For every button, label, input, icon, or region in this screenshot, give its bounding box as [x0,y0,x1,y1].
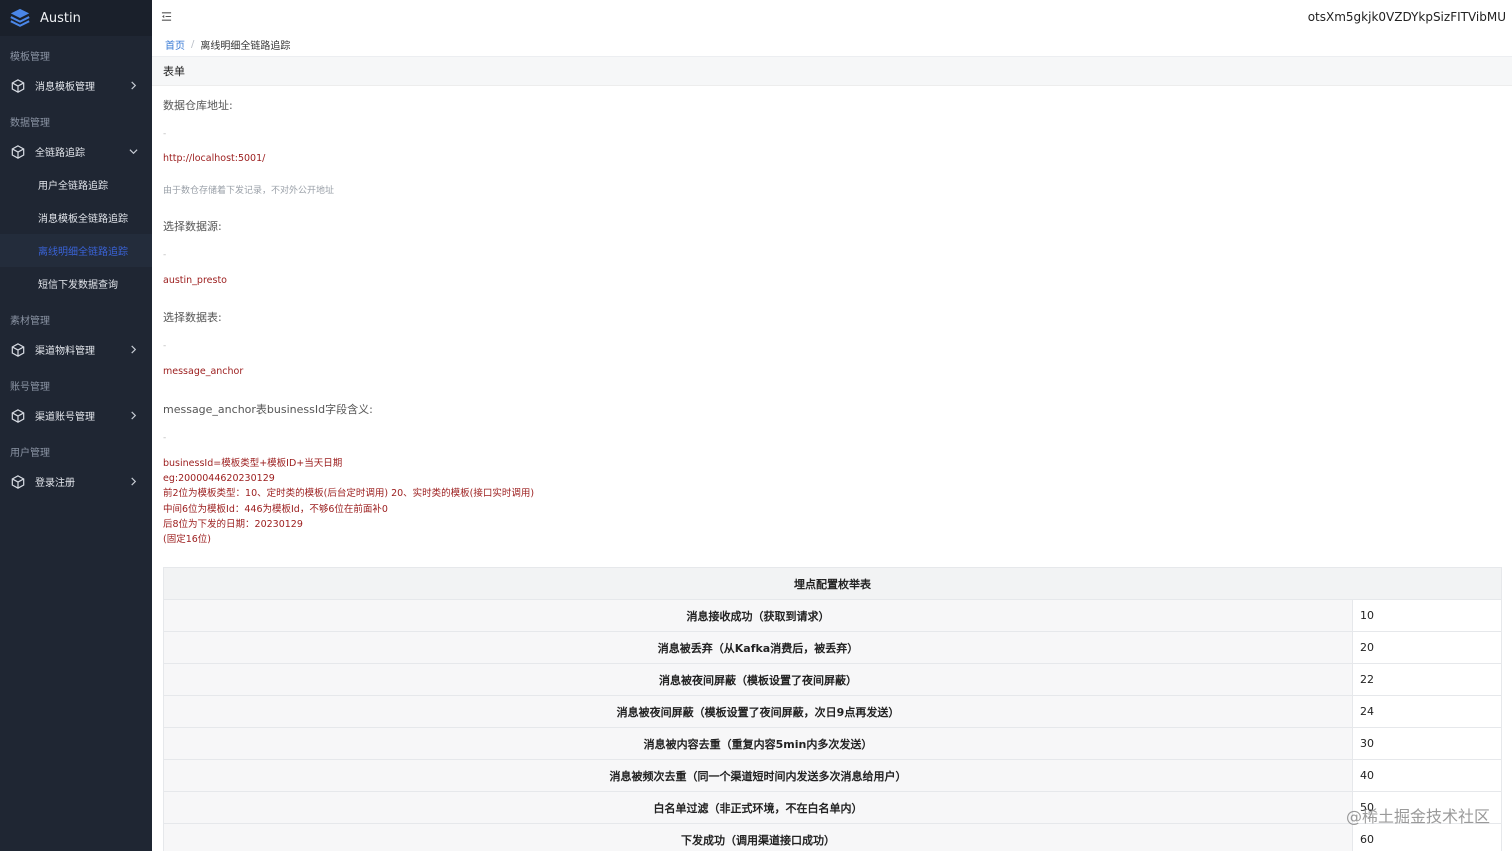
menu-item-label: 消息模板管理 [35,82,95,93]
group-title-data: 数据管理 [10,118,50,129]
menu-item-template-management[interactable]: 消息模板管理 [0,69,152,102]
enum-code-cell: 20 [1352,631,1502,664]
enum-code-cell: 60 [1352,823,1502,851]
menu-item-channel-account[interactable]: 渠道账号管理 [0,399,152,432]
warehouse-hint: 由于数仓存储着下发记录，不对外公开地址 [163,186,335,196]
app-root: Austin 模板管理 消息模板管理 数据管理 全链路追踪 用户全链路追踪 消息… [0,0,1512,851]
breadcrumb-home-link[interactable]: 首页 [165,37,185,52]
business-id-line: 前2位为模板类型：10、定时类的模板(后台定时调用) 20、实时类的模板(接口实… [163,488,535,500]
business-id-description: businessId=模板类型+模板ID+当天日期 eg:20000446202… [163,456,534,547]
table-header-row: 埋点配置枚举表 [163,567,1502,600]
enum-table-title: 埋点配置枚举表 [163,567,1502,600]
menu-item-login-register[interactable]: 登录注册 [0,465,152,498]
warehouse-label: 数据仓库地址: [163,99,233,112]
enum-desc-cell: 消息被频次去重（同一个渠道短时间内发送多次消息给用户） [163,759,1353,792]
group-title-account: 账号管理 [10,382,50,393]
enum-desc-cell: 消息接收成功（获取到请求） [163,599,1353,632]
enum-code-cell: 24 [1352,695,1502,728]
business-id-line: businessId=模板类型+模板ID+当天日期 [163,458,343,469]
sidebar: Austin 模板管理 消息模板管理 数据管理 全链路追踪 用户全链路追踪 消息… [0,0,152,851]
austin-logo-icon [10,8,30,27]
sub-item-user-trace[interactable]: 用户全链路追踪 [0,168,152,201]
breadcrumb-separator: / [191,39,195,50]
chevron-right-icon [131,344,137,354]
business-id-line: (固定16位) [163,534,212,546]
enum-code-cell: 22 [1352,663,1502,696]
cube-icon [11,408,25,423]
form-body: 数据仓库地址: - http://localhost:5001/ 由于数仓存储着… [152,57,1512,851]
datasource-dash: - [163,250,167,260]
datatable-label: 选择数据表: [163,311,222,324]
chevron-right-icon [131,476,137,486]
menu-item-channel-material[interactable]: 渠道物料管理 [0,333,152,366]
warehouse-value[interactable]: http://localhost:5001/ [163,153,265,164]
menu-item-label: 渠道物料管理 [35,346,95,357]
cube-icon [11,144,25,159]
enum-desc-cell: 白名单过滤（非正式环境，不在白名单内） [163,791,1353,824]
enum-desc-cell: 消息被内容去重（重复内容5min内多次发送） [163,727,1353,760]
table-row: 消息被夜间屏蔽（模板设置了夜间屏蔽） 22 [163,663,1502,696]
enum-code-cell: 50 [1352,791,1502,824]
breadcrumb-current: 离线明细全链路追踪 [200,41,291,52]
enum-desc-cell: 消息被丢弃（从Kafka消费后，被丢弃） [163,631,1353,664]
business-id-line: 中间6位为模板Id：446为模板Id，不够6位在前面补0 [163,503,388,515]
table-row: 消息被内容去重（重复内容5min内多次发送） 30 [163,727,1502,760]
enum-code-cell: 40 [1352,759,1502,792]
menu-item-label: 全链路追踪 [35,148,85,159]
group-title-template: 模板管理 [10,52,50,63]
warehouse-dash: - [163,129,167,139]
table-row: 消息被夜间屏蔽（模板设置了夜间屏蔽，次日9点再发送） 24 [163,695,1502,728]
enum-desc-cell: 消息被夜间屏蔽（模板设置了夜间屏蔽，次日9点再发送） [163,695,1353,728]
enum-desc-cell: 下发成功（调用渠道接口成功） [163,823,1353,851]
sub-item-template-trace[interactable]: 消息模板全链路追踪 [0,201,152,234]
user-id[interactable]: otsXm5gkjk0VZDYkpSizFITVibMU [1308,10,1506,24]
menu-item-full-link-trace[interactable]: 全链路追踪 [0,135,152,168]
cube-icon [11,474,25,489]
datatable-value[interactable]: message_anchor [163,366,243,377]
business-id-label: message_anchor表businessId字段含义: [163,403,373,416]
table-row: 下发成功（调用渠道接口成功） 60 [163,823,1502,851]
datasource-value[interactable]: austin_presto [163,275,227,286]
table-row: 白名单过滤（非正式环境，不在白名单内） 50 [163,791,1502,824]
table-row: 消息接收成功（获取到请求） 10 [163,599,1502,632]
breadcrumb: 首页 / 离线明细全链路追踪 [152,33,1512,57]
chevron-right-icon [131,410,137,420]
group-title-material: 素材管理 [10,316,50,327]
top-header: otsXm5gkjk0VZDYkpSizFITVibMU [152,0,1512,33]
chevron-right-icon [131,80,137,90]
table-row: 消息被频次去重（同一个渠道短时间内发送多次消息给用户） 40 [163,759,1502,792]
table-row: 消息被丢弃（从Kafka消费后，被丢弃） 20 [163,631,1502,664]
logo-row[interactable]: Austin [0,0,152,36]
logo-text: Austin [40,10,81,26]
sub-item-sms-query[interactable]: 短信下发数据查询 [0,267,152,300]
menu-item-label: 登录注册 [35,478,75,489]
enum-code-cell: 10 [1352,599,1502,632]
enum-code-cell: 30 [1352,727,1502,760]
datasource-label: 选择数据源: [163,220,222,233]
business-id-line: 后8位为下发的日期：20230129 [163,518,303,530]
event-enum-table: 埋点配置枚举表 消息接收成功（获取到请求） 10 消息被丢弃（从Kafka消费后… [163,567,1502,851]
business-id-dash: - [163,433,167,443]
menu-fold-icon[interactable] [161,11,172,22]
enum-desc-cell: 消息被夜间屏蔽（模板设置了夜间屏蔽） [163,663,1353,696]
main-content: 表单 数据仓库地址: - http://localhost:5001/ 由于数仓… [152,57,1512,851]
chevron-down-icon [129,148,138,154]
cube-icon [11,78,25,93]
menu-item-label: 渠道账号管理 [35,412,95,423]
business-id-line: eg:2000044620230129 [163,473,275,485]
datatable-dash: - [163,341,167,351]
cube-icon [11,342,25,357]
sub-item-offline-detail-trace[interactable]: 离线明细全链路追踪 [0,234,152,267]
group-title-user: 用户管理 [10,448,50,459]
